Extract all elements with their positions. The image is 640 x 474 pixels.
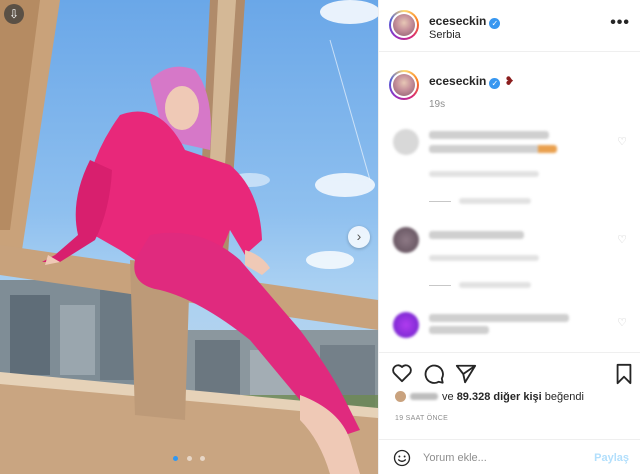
comment-input[interactable] — [423, 448, 583, 468]
comment-like-icon[interactable]: ♡ — [617, 233, 627, 246]
post-timestamp[interactable]: 19 SAAT ÖNCE — [395, 415, 448, 422]
comment-text-blurred — [429, 131, 549, 139]
comment-like-icon[interactable]: ♡ — [617, 135, 627, 148]
comment-item: ♡ — [379, 125, 640, 215]
verified-badge-icon: ✓ — [489, 18, 501, 29]
header-username-row: eceseckin ✓ — [429, 12, 501, 30]
comment-meta-blurred — [429, 255, 539, 261]
bookmark-icon[interactable] — [615, 363, 633, 385]
next-photo-button[interactable]: › — [348, 226, 370, 248]
post-photo[interactable]: ⇩ › — [0, 0, 378, 474]
avatar[interactable] — [389, 10, 419, 40]
comment-avatar[interactable] — [393, 312, 419, 338]
comment-text-blurred — [429, 314, 569, 322]
liker-name-blurred — [410, 393, 438, 400]
comment-avatar[interactable] — [393, 129, 419, 155]
username-link[interactable]: eceseckin — [429, 14, 486, 28]
comment-text-blurred — [429, 326, 489, 334]
comment-text-blurred — [429, 231, 524, 239]
comment-item: ♡ — [379, 225, 640, 305]
post-side-panel: eceseckin ✓ Serbia ••• eceseckin ✓ ❥ 19s ♡ … — [378, 0, 640, 474]
location-link[interactable]: Serbia — [429, 29, 461, 41]
add-comment-bar: Paylaş — [379, 439, 640, 474]
caption-username-link[interactable]: eceseckin — [429, 74, 486, 88]
comment-meta-blurred — [429, 171, 539, 177]
smiley-icon[interactable] — [393, 449, 411, 467]
heart-icon[interactable] — [391, 363, 413, 383]
comment-like-icon[interactable]: ♡ — [617, 316, 627, 329]
likes-count[interactable]: 89.328 — [457, 391, 491, 403]
caption-text: ❥ — [504, 74, 515, 88]
comment-bubble-icon[interactable] — [423, 363, 445, 385]
post-comment-button[interactable]: Paylaş — [594, 452, 629, 464]
liker-avatar — [395, 391, 406, 402]
carousel-dot — [173, 456, 179, 461]
photo-illustration — [0, 0, 378, 474]
comment-item: ♡ — [379, 310, 640, 350]
likes-suffix[interactable]: diğer kişi — [493, 391, 541, 403]
post-header: eceseckin ✓ Serbia ••• — [379, 0, 640, 52]
caption-row: eceseckin ✓ ❥ — [429, 72, 514, 90]
paper-plane-icon[interactable] — [455, 363, 477, 385]
comment-avatar[interactable] — [393, 227, 419, 253]
more-options-icon[interactable]: ••• — [610, 14, 630, 32]
download-icon[interactable]: ⇩ — [4, 4, 24, 24]
caption-timestamp[interactable]: 19s — [429, 99, 445, 110]
caption-avatar[interactable] — [389, 70, 419, 100]
post-actions: ve 89.328 diğer kişi beğendi 19 SAAT ÖNC… — [379, 352, 640, 474]
carousel-dots — [0, 448, 378, 466]
carousel-dot — [186, 456, 192, 461]
view-replies-blurred[interactable] — [459, 198, 531, 204]
view-replies-blurred[interactable] — [459, 282, 531, 288]
view-replies-line — [429, 285, 451, 286]
likes-verb: beğendi — [544, 391, 584, 403]
likes-connector: ve — [442, 391, 454, 403]
likes-summary[interactable]: ve 89.328 diğer kişi beğendi — [395, 391, 584, 403]
carousel-dot — [199, 456, 205, 461]
view-replies-line — [429, 201, 451, 202]
comment-text-blurred — [429, 145, 557, 153]
verified-badge-icon: ✓ — [489, 78, 501, 89]
